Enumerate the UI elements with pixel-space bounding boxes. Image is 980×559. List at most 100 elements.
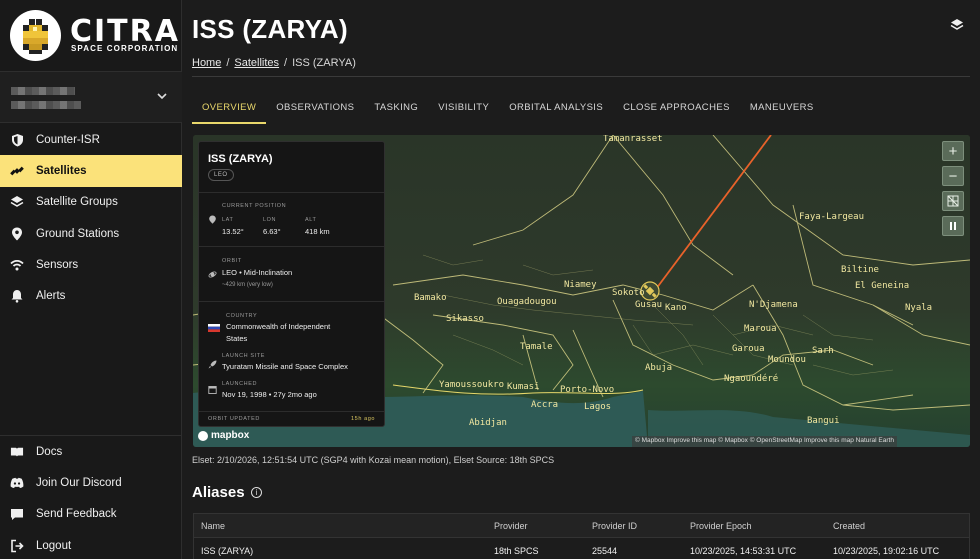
orbit-icon (208, 271, 217, 278)
cell-created: 10/23/2025, 19:02:16 UTC (833, 546, 940, 556)
tab-close-approaches[interactable]: CLOSE APPROACHES (613, 96, 740, 124)
bell-icon (10, 289, 24, 303)
alt-label: ALT (305, 217, 317, 223)
brand-logo[interactable]: CITRA SPACE CORPORATION (0, 0, 182, 70)
launch-site-value: Tyuratam Missile and Space Complex (222, 362, 348, 371)
orbit-value: LEO • Mid-Inclination (222, 268, 293, 277)
map-label: Sikasso (446, 314, 484, 324)
orbit-updated-label: ORBIT UPDATED (208, 416, 260, 422)
current-position-label: CURRENT POSITION (222, 203, 287, 209)
map-label: N'Djamena (749, 300, 798, 310)
redacted-org-name (11, 87, 75, 95)
shield-icon (10, 133, 24, 147)
sidebar-item-satellite-groups[interactable]: Satellite Groups (0, 187, 182, 218)
table-header: Name Provider Provider ID Provider Epoch… (194, 514, 969, 538)
sidebar-bottom-nav: Docs Join Our Discord Send Feedback Logo… (0, 435, 182, 559)
org-switcher[interactable] (0, 71, 182, 123)
mapbox-logo-text: mapbox (211, 430, 250, 441)
map-label: Ngaoundéré (724, 373, 778, 384)
sidebar-item-ground-stations[interactable]: Ground Stations (0, 218, 182, 249)
zoom-out-button[interactable]: − (942, 166, 964, 186)
rocket-icon (208, 360, 217, 369)
column-header-provider-epoch[interactable]: Provider Epoch (690, 521, 752, 531)
cell-name: ISS (ZARYA) (201, 546, 254, 556)
lon-value: 6.63° (263, 227, 281, 236)
column-header-name[interactable]: Name (201, 521, 225, 531)
map-pin-icon (209, 215, 216, 224)
map-label: Kumasi (507, 382, 540, 392)
page-title: ISS (ZARYA) (192, 14, 348, 44)
tab-visibility[interactable]: VISIBILITY (428, 96, 499, 124)
logout-icon (10, 539, 24, 553)
zoom-in-button[interactable]: + (942, 141, 964, 161)
country-label: COUNTRY (226, 313, 258, 319)
orbit-section: ORBIT LEO • Mid-Inclination ~429 km (ver… (199, 246, 384, 301)
pause-button[interactable] (942, 216, 964, 236)
map-label: Bamako (414, 293, 447, 303)
sidebar-item-alerts[interactable]: Alerts (0, 280, 182, 311)
orbit-updated-value: 15h ago (351, 416, 376, 422)
map-label: Yamoussoukro (439, 380, 504, 390)
alt-value: 418 km (305, 227, 330, 236)
sidebar-item-sensors[interactable]: Sensors (0, 249, 182, 280)
sidebar-item-label: Satellite Groups (36, 196, 118, 209)
tab-observations[interactable]: OBSERVATIONS (266, 96, 364, 124)
map-label: Niamey (564, 280, 597, 290)
map-label: Moundou (768, 355, 806, 365)
breadcrumb: Home / Satellites / ISS (ZARYA) (192, 57, 356, 69)
satellite-icon (10, 164, 24, 178)
country-line1: Commonwealth of Independent (226, 322, 331, 331)
tab-maneuvers[interactable]: MANEUVERS (740, 96, 824, 124)
title-divider (192, 76, 970, 77)
sidebar-item-satellites[interactable]: Satellites (0, 155, 182, 187)
map-label: Tamale (520, 342, 553, 352)
launch-site-label: LAUNCH SITE (222, 353, 265, 359)
tab-overview[interactable]: OVERVIEW (192, 96, 267, 124)
elset-info: Elset: 2/10/2026, 12:51:54 UTC (SGP4 wit… (192, 455, 555, 465)
breadcrumb-satellites[interactable]: Satellites (234, 57, 279, 69)
sidebar-item-discord[interactable]: Join Our Discord (0, 467, 182, 498)
map-label: Bangui (807, 416, 840, 426)
orbit-label: ORBIT (222, 258, 242, 264)
column-header-created[interactable]: Created (833, 521, 865, 531)
launched-value: Nov 19, 1998 • 27y 2mo ago (222, 390, 317, 399)
cell-provider: 18th SPCS (494, 546, 539, 556)
sidebar-item-label: Join Our Discord (36, 476, 122, 489)
grid-icon (947, 195, 959, 207)
main-content: ISS (ZARYA) Home / Satellites / ISS (ZARYA) … (182, 0, 980, 559)
tab-orbital-analysis[interactable]: ORBITAL ANALYSIS (499, 96, 613, 124)
map-label: Porto-Novo (560, 385, 614, 395)
breadcrumb-separator: / (226, 57, 230, 69)
country-line2: States (226, 334, 248, 343)
map-attribution[interactable]: © Mapbox Improve this map © Mapbox © Ope… (632, 436, 897, 447)
sidebar-item-counter-isr[interactable]: Counter-ISR (0, 124, 182, 155)
calendar-icon (208, 386, 217, 394)
position-section: CURRENT POSITION LAT 13.52° LON 6.63° AL… (199, 192, 384, 246)
details-section: COUNTRY Commonwealth of Independent Stat… (199, 301, 384, 411)
sidebar: CITRA SPACE CORPORATION Counter-ISR Sate… (0, 0, 182, 559)
sidebar-item-label: Ground Stations (36, 227, 120, 240)
layers-toggle-icon[interactable] (950, 18, 964, 32)
orbit-updated-row: ORBIT UPDATED 15h ago (199, 411, 384, 427)
column-header-provider[interactable]: Provider (494, 521, 528, 531)
map-pin-icon (10, 227, 24, 241)
breadcrumb-separator: / (284, 57, 288, 69)
map-controls: + − (942, 141, 964, 241)
map-label: Maroua (744, 324, 777, 334)
discord-icon (10, 476, 24, 490)
map-style-button[interactable] (942, 191, 964, 211)
aliases-table: Name Provider Provider ID Provider Epoch… (193, 513, 970, 559)
info-icon[interactable]: i (251, 487, 262, 498)
column-header-provider-id[interactable]: Provider ID (592, 521, 637, 531)
table-row[interactable]: ISS (ZARYA) 18th SPCS 25544 10/23/2025, … (194, 539, 969, 559)
orbit-sub: ~429 km (very low) (222, 282, 273, 288)
cell-provider-epoch: 10/23/2025, 14:53:31 UTC (690, 546, 797, 556)
sidebar-item-feedback[interactable]: Send Feedback (0, 499, 182, 530)
sidebar-item-label: Counter-ISR (36, 133, 100, 146)
sidebar-item-docs[interactable]: Docs (0, 436, 182, 467)
map-label: Nyala (905, 303, 932, 313)
breadcrumb-home[interactable]: Home (192, 57, 221, 69)
tab-tasking[interactable]: TASKING (364, 96, 428, 124)
sidebar-item-logout[interactable]: Logout (0, 530, 182, 559)
mapbox-logo[interactable]: mapbox (198, 430, 249, 441)
